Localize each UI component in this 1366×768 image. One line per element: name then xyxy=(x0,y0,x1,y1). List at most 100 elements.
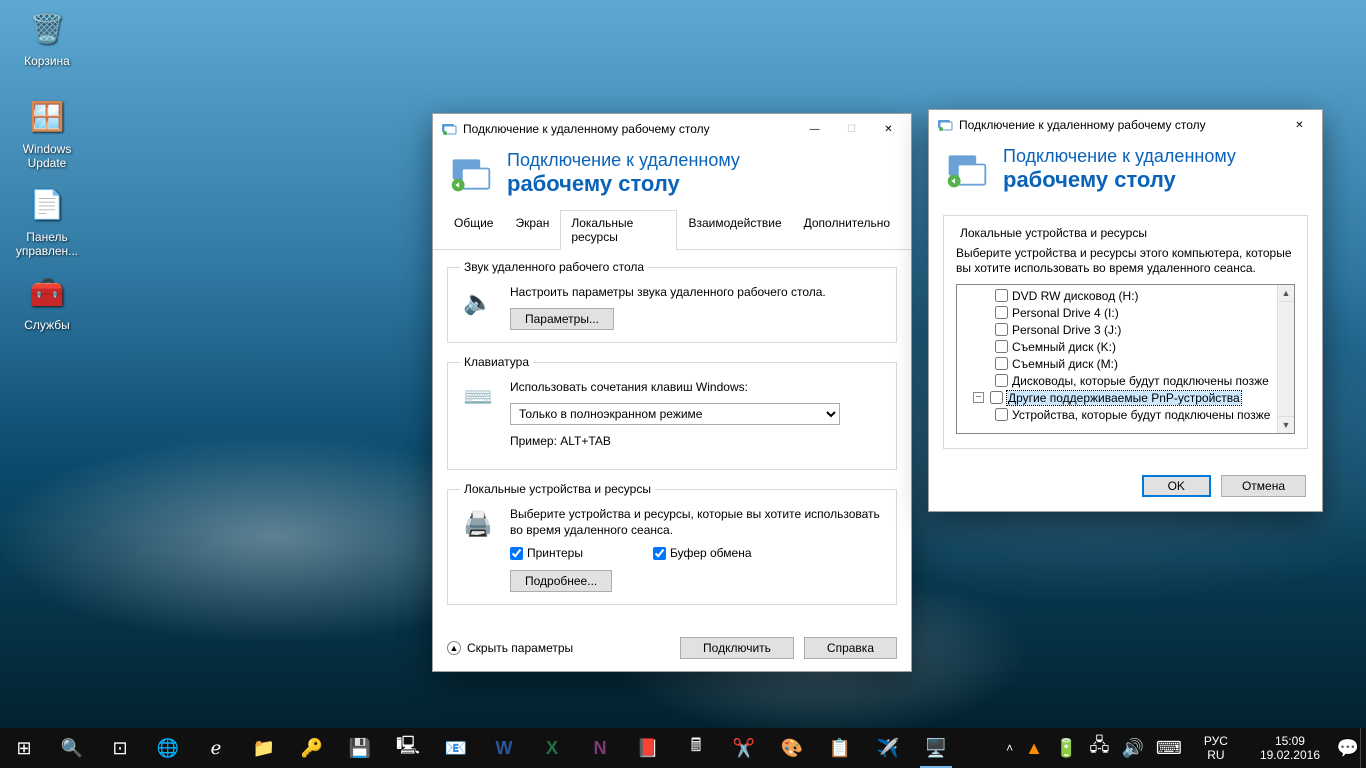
taskbar-app-onenote[interactable]: N xyxy=(576,728,624,768)
tree-expander-icon[interactable]: − xyxy=(973,392,984,403)
keyboard-example: Пример: ALT+TAB xyxy=(510,433,884,449)
desktop-icon-services[interactable]: 🧰 Службы xyxy=(8,270,86,332)
dialog-footer: OK Отмена xyxy=(929,461,1322,511)
taskbar-app-word[interactable]: W xyxy=(480,728,528,768)
tree-item-pnp[interactable]: − Другие поддерживаемые PnP-устройства xyxy=(959,389,1275,406)
tree-item-drive[interactable]: Съемный диск (M:) xyxy=(959,355,1275,372)
remote-audio-desc: Настроить параметры звука удаленного раб… xyxy=(510,284,884,300)
tree-checkbox[interactable] xyxy=(995,306,1008,319)
keyboard-icon: ⌨️ xyxy=(460,379,496,415)
tray-vlc[interactable]: ▲ xyxy=(1019,728,1049,768)
tree-checkbox[interactable] xyxy=(995,323,1008,336)
tab-experience[interactable]: Взаимодействие xyxy=(677,210,792,250)
tree-item-drive[interactable]: DVD RW дисковод (H:) xyxy=(959,287,1275,304)
tree-item-drive[interactable]: Personal Drive 4 (I:) xyxy=(959,304,1275,321)
start-button[interactable]: ⊞ xyxy=(0,728,48,768)
checkbox-clipboard-input[interactable] xyxy=(653,547,666,560)
taskbar-app-rdc[interactable]: 🖥️ xyxy=(912,728,960,768)
tree-checkbox[interactable] xyxy=(995,340,1008,353)
device-tree[interactable]: DVD RW дисковод (H:) Personal Drive 4 (I… xyxy=(956,284,1295,434)
close-button[interactable] xyxy=(866,114,911,144)
keyboard-combo[interactable]: Только в полноэкранном режиме xyxy=(510,403,840,425)
tree-checkbox[interactable] xyxy=(995,374,1008,387)
desktop-icon-label: Панель управлен... xyxy=(8,230,86,258)
tree-item-drive[interactable]: Дисководы, которые будут подключены позж… xyxy=(959,372,1275,389)
rdc-banner-text: Подключение к удаленному рабочему столу xyxy=(1003,146,1236,193)
taskbar-search[interactable]: 🔍 xyxy=(48,728,96,768)
checkbox-printers-input[interactable] xyxy=(510,547,523,560)
control-panel-icon: 📄 xyxy=(25,182,69,226)
lang-line1: РУС xyxy=(1204,734,1228,748)
fieldset-keyboard: Клавиатура ⌨️ Использовать сочетания кла… xyxy=(447,355,897,470)
taskbar-app-pdf[interactable]: 📕 xyxy=(624,728,672,768)
taskbar-app-putty[interactable]: 🖳 xyxy=(384,728,432,768)
taskbar-app-keepass[interactable]: 🔑 xyxy=(288,728,336,768)
chevron-up-icon: ˄ xyxy=(1006,741,1013,755)
taskbar-app-paint[interactable]: 🎨 xyxy=(768,728,816,768)
minimize-button[interactable] xyxy=(792,114,837,144)
sticky-note-icon: 📋 xyxy=(829,738,851,759)
connect-button[interactable]: Подключить xyxy=(680,637,794,659)
tree-checkbox[interactable] xyxy=(995,289,1008,302)
tab-general[interactable]: Общие xyxy=(443,210,504,250)
taskbar-app-chrome[interactable]: 🌐 xyxy=(144,728,192,768)
taskbar-app-telegram[interactable]: ✈️ xyxy=(864,728,912,768)
desktop-icon-label: Службы xyxy=(8,318,86,332)
tray-language[interactable]: РУСRU xyxy=(1188,728,1244,768)
desktop-icon-control-panel[interactable]: 📄 Панель управлен... xyxy=(8,182,86,258)
more-devices-button[interactable]: Подробнее... xyxy=(510,570,612,592)
ok-button[interactable]: OK xyxy=(1142,475,1211,497)
tree-checkbox[interactable] xyxy=(995,408,1008,421)
tree-item-pnp-child[interactable]: Устройства, которые будут подключены поз… xyxy=(959,406,1275,423)
legend-keyboard: Клавиатура xyxy=(460,355,533,369)
taskbar-app-outlook[interactable]: 📧 xyxy=(432,728,480,768)
hide-options-link[interactable]: ▲ Скрыть параметры xyxy=(447,641,670,655)
task-view-button[interactable]: ⊡ xyxy=(96,728,144,768)
checkbox-printers[interactable]: Принтеры xyxy=(510,546,583,560)
scroll-up-icon[interactable]: ▲ xyxy=(1278,285,1294,302)
tab-display[interactable]: Экран xyxy=(504,210,560,250)
show-desktop-button[interactable] xyxy=(1360,728,1366,768)
taskbar-app-explorer[interactable]: 📁 xyxy=(240,728,288,768)
taskbar-app-calc[interactable]: 🖩 xyxy=(672,728,720,768)
checkbox-clipboard[interactable]: Буфер обмена xyxy=(653,546,752,560)
taskbar-app-notes[interactable]: 📋 xyxy=(816,728,864,768)
tray-overflow[interactable]: ˄ xyxy=(1000,728,1019,768)
tray-clock[interactable]: 15:0919.02.2016 xyxy=(1244,728,1336,768)
taskbar-app-ie[interactable]: ℯ xyxy=(192,728,240,768)
desktop-icon-recycle-bin[interactable]: 🗑️ Корзина xyxy=(8,6,86,68)
scrollbar[interactable]: ▲ ▼ xyxy=(1277,285,1294,433)
checkbox-clipboard-label: Буфер обмена xyxy=(670,546,752,560)
tree-checkbox[interactable] xyxy=(995,357,1008,370)
clock-date: 19.02.2016 xyxy=(1260,748,1320,762)
help-button[interactable]: Справка xyxy=(804,637,897,659)
close-button[interactable] xyxy=(1277,110,1322,140)
scroll-down-icon[interactable]: ▼ xyxy=(1278,416,1294,433)
tray-action-center[interactable]: 💬 xyxy=(1336,728,1360,768)
tray-volume[interactable]: 🔊 xyxy=(1116,728,1150,768)
rdc-icon xyxy=(937,117,953,133)
tab-local-resources[interactable]: Локальные ресурсы xyxy=(560,210,677,250)
titlebar[interactable]: Подключение к удаленному рабочему столу xyxy=(929,110,1322,140)
tree-item-drive[interactable]: Personal Drive 3 (J:) xyxy=(959,321,1275,338)
tree-item-drive[interactable]: Съемный диск (K:) xyxy=(959,338,1275,355)
taskbar-app-snip[interactable]: ✂️ xyxy=(720,728,768,768)
tree-checkbox[interactable] xyxy=(990,391,1003,404)
tray-battery[interactable]: 🔋 xyxy=(1049,728,1083,768)
desktop-icon-windows-update[interactable]: 🪟 Windows Update xyxy=(8,94,86,170)
cancel-button[interactable]: Отмена xyxy=(1221,475,1306,497)
device-dialog-desc: Выберите устройства и ресурсы этого комп… xyxy=(956,246,1295,276)
tree-label: Устройства, которые будут подключены поз… xyxy=(1012,408,1270,422)
groupbox-title: Локальные устройства и ресурсы xyxy=(956,226,1151,240)
legend-local-devices: Локальные устройства и ресурсы xyxy=(460,482,655,496)
system-tray: ˄ ▲ 🔋 🖧 🔊 ⌨ РУСRU 15:0919.02.2016 💬 xyxy=(1000,728,1366,768)
taskbar-app-excel[interactable]: X xyxy=(528,728,576,768)
tray-network[interactable]: 🖧 xyxy=(1083,728,1115,768)
titlebar[interactable]: Подключение к удаленному рабочему столу xyxy=(433,114,911,144)
tray-keyboard[interactable]: ⌨ xyxy=(1150,728,1188,768)
audio-settings-button[interactable]: Параметры... xyxy=(510,308,614,330)
taskbar-app-totalcmd[interactable]: 💾 xyxy=(336,728,384,768)
tab-advanced[interactable]: Дополнительно xyxy=(793,210,901,250)
fieldset-remote-audio: Звук удаленного рабочего стола 🔈 Настрои… xyxy=(447,260,897,343)
windows-icon: ⊞ xyxy=(16,738,31,759)
